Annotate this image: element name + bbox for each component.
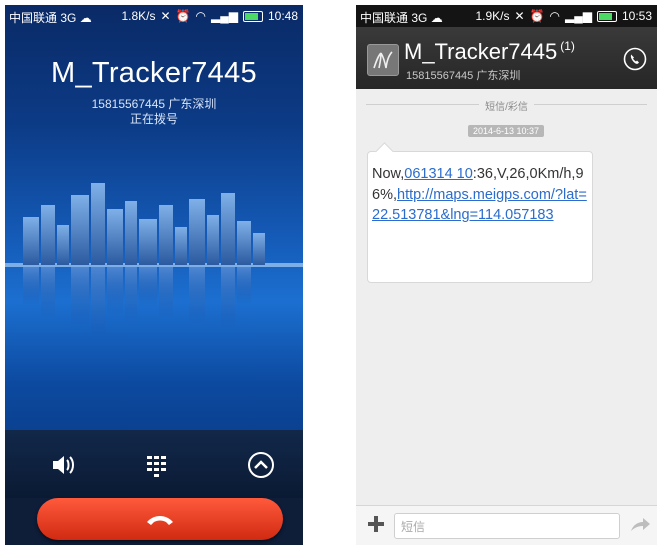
- phone-hangup-icon: [147, 516, 173, 525]
- message-type-text: 短信/彩信: [479, 102, 534, 113]
- mute-icon: ✕: [514, 9, 525, 23]
- message-prefix: Now,: [372, 166, 405, 182]
- wifi-icon: ◠: [549, 9, 560, 23]
- message-input[interactable]: 短信: [394, 513, 620, 539]
- status-bar: 中国联通 3G ☁ 1.8K/s ✕ ⏰ ◠ ▂▄▆ 10:48: [5, 5, 303, 27]
- collapse-button[interactable]: [243, 447, 279, 483]
- status-carrier: 中国联通 3G ☁: [360, 9, 443, 26]
- network-speed: 1.8K/s: [121, 9, 156, 23]
- carrier-label: 中国联通 3G: [360, 11, 428, 25]
- message-date: 2014-6-13 10:37: [468, 125, 545, 137]
- speaker-icon: [53, 456, 74, 474]
- end-call-bar: [5, 498, 303, 545]
- status-bar: 中国联通 3G ☁ 1.9K/s ✕ ⏰ ◠ ▂▄▆ 10:53: [356, 5, 657, 27]
- status-right: 1.8K/s ✕ ⏰ ◠ ▂▄▆ 10:48: [121, 9, 298, 23]
- notification-icon: ☁: [430, 11, 443, 25]
- avatar-placeholder-icon: [373, 51, 393, 69]
- status-carrier: 中国联通 3G ☁: [9, 9, 92, 26]
- wifi-icon: ◠: [195, 9, 206, 23]
- end-call-button[interactable]: [37, 498, 283, 540]
- contact-name: M_Tracker7445: [404, 39, 558, 64]
- alarm-icon: ⏰: [529, 9, 545, 23]
- contact-number: 15815567445 广东深圳: [406, 70, 521, 82]
- compose-bar: 短信: [356, 505, 657, 545]
- contact-name-row: M_Tracker7445 (1): [404, 39, 575, 65]
- signal-icon: ▂▄▆: [565, 9, 592, 23]
- timestamp-link[interactable]: 061314 10: [404, 166, 473, 182]
- status-time: 10:53: [621, 9, 652, 23]
- call-contact-icon[interactable]: [623, 47, 647, 71]
- unread-count: (1): [560, 39, 575, 53]
- mute-icon: ✕: [160, 9, 171, 23]
- sms-screen: 中国联通 3G ☁ 1.9K/s ✕ ⏰ ◠ ▂▄▆ 10:53 M_Track…: [356, 5, 657, 545]
- call-screen: 中国联通 3G ☁ 1.8K/s ✕ ⏰ ◠ ▂▄▆ 10:48 M_Track…: [5, 5, 303, 545]
- alarm-icon: ⏰: [175, 9, 191, 23]
- dialpad-button[interactable]: [139, 447, 175, 483]
- notification-icon: ☁: [79, 11, 92, 25]
- add-attachment-icon[interactable]: [366, 514, 386, 534]
- dialpad-icon: [147, 456, 166, 477]
- signal-icon: ▂▄▆: [211, 9, 238, 23]
- call-status: 正在拨号: [129, 112, 178, 126]
- collapse-up-icon: [248, 452, 274, 478]
- city-skyline-image: [5, 183, 303, 339]
- battery-icon: [596, 10, 617, 22]
- network-speed: 1.9K/s: [475, 9, 510, 23]
- message-type-label: 短信/彩信: [356, 97, 657, 115]
- conversation-header: M_Tracker7445 (1) 15815567445 广东深圳: [356, 27, 657, 89]
- call-controls: [5, 430, 303, 498]
- caller-name: M_Tracker7445: [51, 57, 257, 89]
- message-bubble[interactable]: Now,061314 10:36,V,26,0Km/h,96%,http://m…: [367, 151, 593, 283]
- send-icon[interactable]: [629, 515, 651, 535]
- contact-avatar[interactable]: [367, 44, 399, 76]
- status-time: 10:48: [267, 9, 298, 23]
- carrier-label: 中国联通 3G: [9, 11, 77, 25]
- speaker-button[interactable]: [45, 447, 81, 483]
- battery-icon: [242, 10, 263, 22]
- map-link[interactable]: http://maps.meigps.com/?lat=22.513781&ln…: [372, 187, 587, 224]
- status-right: 1.9K/s ✕ ⏰ ◠ ▂▄▆ 10:53: [475, 9, 652, 23]
